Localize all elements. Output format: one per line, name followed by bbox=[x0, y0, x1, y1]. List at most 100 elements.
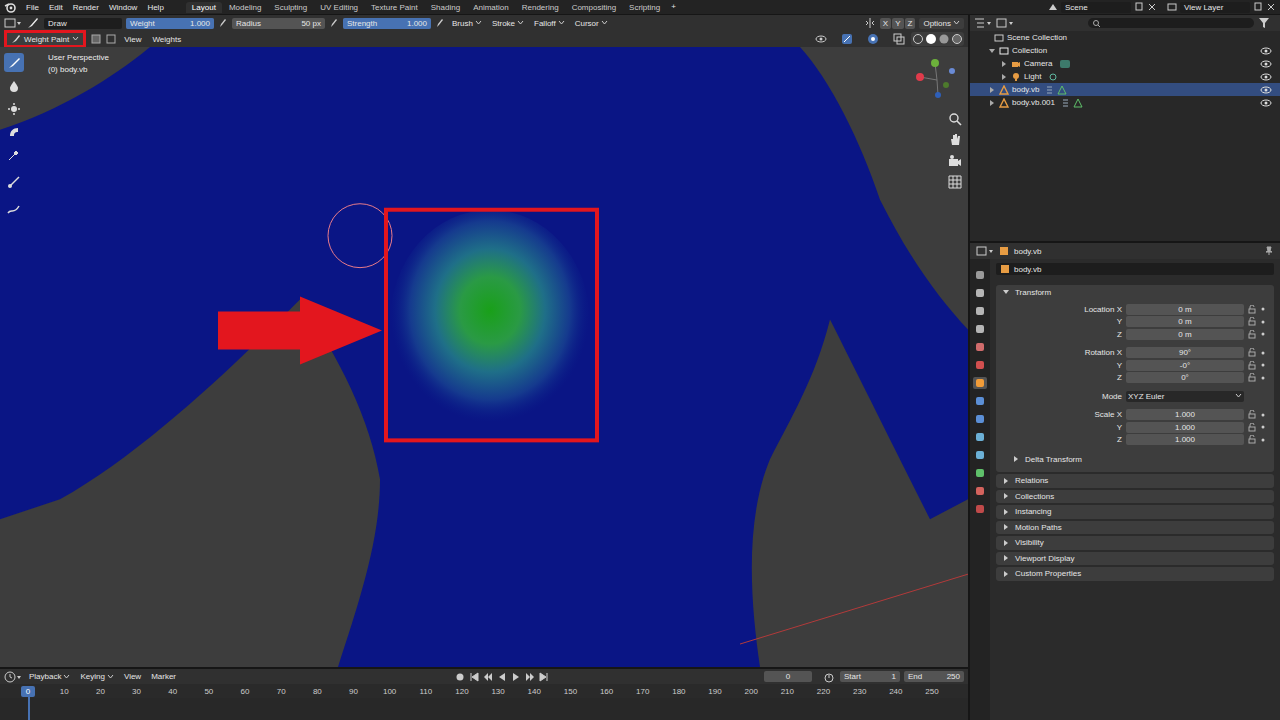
workspace-tab[interactable]: Compositing bbox=[566, 2, 622, 13]
close-icon[interactable] bbox=[1147, 2, 1157, 12]
number-field[interactable]: 1.000 bbox=[1126, 409, 1244, 420]
axis-toggle[interactable]: Z bbox=[905, 18, 916, 29]
properties-tab[interactable] bbox=[973, 431, 987, 443]
number-field[interactable]: 90° bbox=[1126, 347, 1244, 358]
wireframe-shading-icon[interactable] bbox=[912, 33, 924, 45]
pen-pressure-icon[interactable] bbox=[435, 17, 445, 29]
outliner-item[interactable]: Collection bbox=[970, 44, 1280, 57]
pin-icon[interactable] bbox=[1264, 246, 1274, 256]
properties-tab[interactable] bbox=[973, 467, 987, 479]
camera-view-icon[interactable] bbox=[948, 154, 962, 168]
keyframe-dot-icon[interactable] bbox=[1260, 331, 1266, 337]
outliner-editor-icon[interactable] bbox=[974, 17, 992, 29]
copy-icon[interactable] bbox=[1134, 2, 1144, 12]
mask-toggle-icon[interactable] bbox=[91, 34, 101, 44]
keyframe-dot-icon[interactable] bbox=[1260, 350, 1266, 356]
pen-pressure-icon[interactable] bbox=[329, 17, 339, 29]
menu-item[interactable]: Window bbox=[105, 3, 141, 12]
lock-icon[interactable] bbox=[1248, 410, 1256, 419]
display-mode-icon[interactable] bbox=[996, 17, 1014, 29]
viewport-scene[interactable] bbox=[0, 47, 968, 667]
brush-setting-slider[interactable]: Radius 50 px bbox=[232, 18, 325, 29]
material-shading-icon[interactable] bbox=[938, 33, 950, 45]
keyframe-dot-icon[interactable] bbox=[1260, 362, 1266, 368]
overlay-toggle-icon[interactable] bbox=[867, 33, 887, 45]
sample-weight-tool[interactable] bbox=[4, 145, 24, 164]
brush-icon[interactable] bbox=[26, 17, 40, 29]
average-tool[interactable] bbox=[4, 99, 24, 118]
disclosure-icon[interactable] bbox=[988, 47, 996, 55]
properties-tab[interactable] bbox=[973, 305, 987, 317]
workspace-tab[interactable]: UV Editing bbox=[314, 2, 364, 13]
properties-tab[interactable] bbox=[973, 269, 987, 281]
keyframe-dot-icon[interactable] bbox=[1260, 306, 1266, 312]
outliner-root[interactable]: Scene Collection bbox=[970, 31, 1280, 44]
add-workspace-button[interactable]: + bbox=[667, 2, 680, 13]
viewport-menu[interactable]: Weights bbox=[149, 35, 184, 44]
number-field[interactable]: 0 m bbox=[1126, 329, 1244, 340]
rendered-shading-icon[interactable] bbox=[951, 33, 963, 45]
properties-tab[interactable] bbox=[973, 359, 987, 371]
mesh-body[interactable] bbox=[0, 47, 968, 667]
eye-icon[interactable] bbox=[1260, 59, 1272, 69]
play-icon[interactable] bbox=[511, 672, 521, 682]
timeline-menu[interactable]: Playback bbox=[26, 672, 73, 681]
properties-tab[interactable] bbox=[973, 449, 987, 461]
lock-icon[interactable] bbox=[1248, 361, 1256, 370]
workspace-tab[interactable]: Modeling bbox=[223, 2, 267, 13]
zoom-icon[interactable] bbox=[948, 112, 962, 126]
jump-start-icon[interactable] bbox=[469, 672, 479, 682]
start-frame-field[interactable]: Start1 bbox=[840, 671, 900, 682]
end-frame-field[interactable]: End250 bbox=[904, 671, 964, 682]
gradient-tool[interactable] bbox=[4, 172, 24, 191]
workspace-tab[interactable]: Layout bbox=[186, 2, 222, 13]
keyframe-dot-icon[interactable] bbox=[1260, 319, 1266, 325]
keyframe-dot-icon[interactable] bbox=[1260, 412, 1266, 418]
collapsed-panel[interactable]: Relations bbox=[996, 474, 1274, 488]
properties-tab[interactable] bbox=[973, 341, 987, 353]
workspace-tab[interactable]: Rendering bbox=[516, 2, 565, 13]
disclosure-icon[interactable] bbox=[988, 99, 996, 107]
lock-icon[interactable] bbox=[1248, 435, 1256, 444]
grid-view-icon[interactable] bbox=[948, 175, 962, 189]
menu-item[interactable]: File bbox=[22, 3, 43, 12]
axis-toggle[interactable]: Y bbox=[892, 18, 903, 29]
timeline-menu[interactable]: Marker bbox=[148, 672, 179, 681]
solid-shading-icon[interactable] bbox=[925, 33, 937, 45]
next-keyframe-icon[interactable] bbox=[525, 672, 535, 682]
smear-tool[interactable] bbox=[4, 122, 24, 141]
disclosure-icon[interactable] bbox=[988, 86, 996, 94]
xray-icon[interactable] bbox=[893, 33, 905, 45]
outliner-item[interactable]: Light bbox=[970, 70, 1280, 83]
workspace-tab[interactable]: Animation bbox=[467, 2, 515, 13]
play-reverse-icon[interactable] bbox=[497, 672, 507, 682]
number-field[interactable]: 1.000 bbox=[1126, 434, 1244, 445]
workspace-tab[interactable]: Sculpting bbox=[268, 2, 313, 13]
frame-ruler[interactable]: 0 10 20 30 40 50 60 70 80 90 100 110 120… bbox=[0, 684, 968, 698]
header-menu[interactable]: Brush bbox=[449, 19, 485, 28]
filter-icon[interactable] bbox=[1258, 17, 1276, 29]
scene-selector[interactable]: Scene bbox=[1048, 2, 1157, 13]
number-field[interactable]: 0 m bbox=[1126, 304, 1244, 315]
visibility-icon[interactable] bbox=[815, 33, 835, 45]
lock-icon[interactable] bbox=[1248, 423, 1256, 432]
workspace-tab[interactable]: Texture Paint bbox=[365, 2, 424, 13]
header-menu[interactable]: Cursor bbox=[572, 19, 611, 28]
collapsed-panel[interactable]: Motion Paths bbox=[996, 521, 1274, 535]
properties-editor-icon[interactable] bbox=[976, 245, 994, 257]
outliner-item[interactable]: Camera bbox=[970, 57, 1280, 70]
collapsed-panel[interactable]: Visibility bbox=[996, 536, 1274, 550]
header-menu[interactable]: Falloff bbox=[531, 19, 568, 28]
properties-tab[interactable] bbox=[973, 287, 987, 299]
eye-icon[interactable] bbox=[1260, 85, 1272, 95]
lock-icon[interactable] bbox=[1248, 348, 1256, 357]
brush-setting-slider[interactable]: Strength 1.000 bbox=[343, 18, 431, 29]
properties-tab[interactable] bbox=[973, 413, 987, 425]
keyframe-dot-icon[interactable] bbox=[1260, 424, 1266, 430]
collapsed-panel[interactable]: Viewport Display bbox=[996, 552, 1274, 566]
outliner-item[interactable]: body.vb bbox=[970, 83, 1280, 96]
mode-dropdown[interactable]: XYZ Euler bbox=[1126, 391, 1244, 402]
axis-toggle[interactable]: X bbox=[880, 18, 891, 29]
pen-pressure-icon[interactable] bbox=[218, 17, 228, 29]
blur-tool[interactable] bbox=[4, 76, 24, 95]
